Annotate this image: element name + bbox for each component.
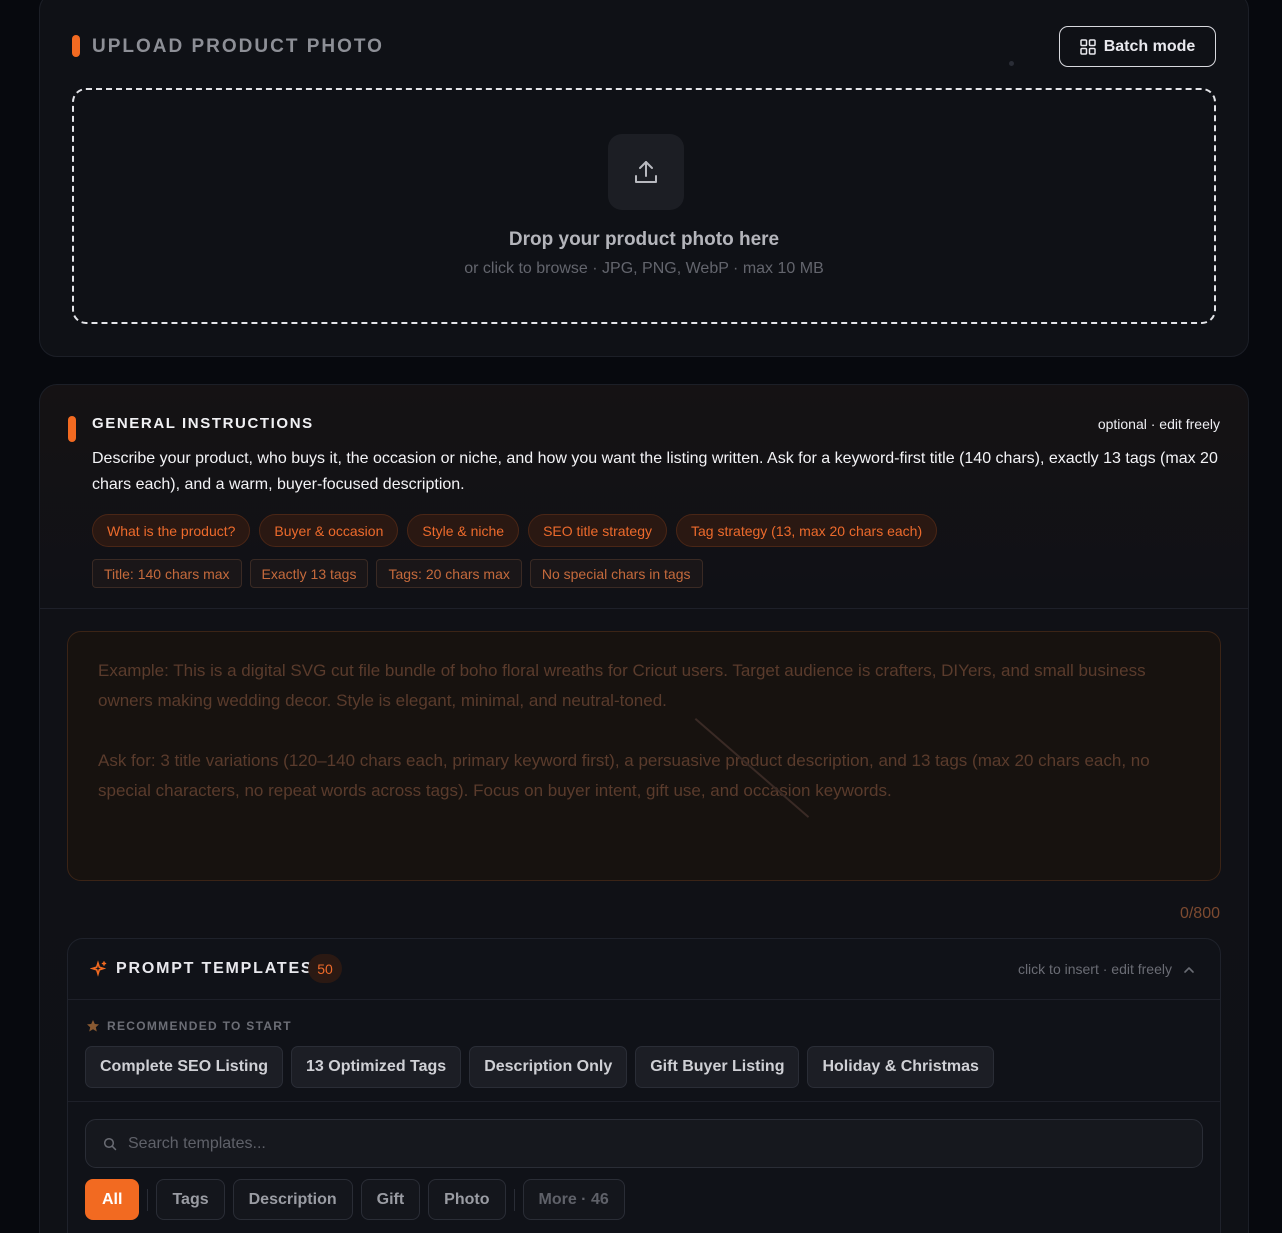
- pill-what-product[interactable]: What is the product?: [92, 514, 251, 547]
- instructions-card: GENERAL INSTRUCTIONS optional · edit fre…: [39, 384, 1249, 1233]
- batch-mode-button[interactable]: Batch mode: [1059, 26, 1216, 67]
- dropzone-title: Drop your product photo here: [508, 229, 780, 250]
- star-icon: [87, 1020, 99, 1032]
- rule-chip-tag-length: Tags: 20 chars max: [376, 559, 522, 588]
- textarea-placeholder-paragraph: Ask for: 3 title variations (120–140 cha…: [98, 751, 1150, 800]
- template-holiday-christmas[interactable]: Holiday & Christmas: [807, 1046, 994, 1088]
- templates-hint: click to insert · edit freely: [1017, 961, 1172, 977]
- template-search-input[interactable]: [128, 1120, 1188, 1167]
- section-accent-bar: [68, 416, 76, 442]
- templates-count-badge: 50: [308, 954, 342, 983]
- templates-title: PROMPT TEMPLATES: [116, 960, 314, 977]
- filter-photo[interactable]: Photo: [428, 1179, 506, 1220]
- recommended-templates: Complete SEO Listing 13 Optimized Tags D…: [85, 1046, 994, 1088]
- upload-icon: [608, 134, 684, 210]
- template-filters: All Tags Description Gift Photo More · 4…: [85, 1179, 625, 1220]
- sparkle-icon: [90, 960, 107, 977]
- character-counter: 0/800: [1179, 905, 1220, 922]
- filter-more[interactable]: More · 46: [522, 1179, 625, 1220]
- batch-mode-label: Batch mode: [1103, 37, 1196, 55]
- template-13-optimized-tags[interactable]: 13 Optimized Tags: [291, 1046, 462, 1088]
- filter-separator: [147, 1188, 149, 1211]
- recommended-label: RECOMMENDED TO START: [107, 1019, 292, 1033]
- recommended-heading: RECOMMENDED TO START: [86, 1019, 292, 1033]
- pill-buyer-occasion[interactable]: Buyer & occasion: [259, 514, 399, 547]
- grid-icon: [1079, 38, 1096, 55]
- dropzone-subtitle: or click to browse · JPG, PNG, WebP · ma…: [464, 260, 824, 277]
- templates-header[interactable]: PROMPT TEMPLATES 50 click to insert · ed…: [68, 939, 1220, 1000]
- guidance-pills: What is the product? Buyer & occasion St…: [92, 514, 938, 547]
- rule-chip-no-special-chars: No special chars in tags: [529, 559, 703, 588]
- template-gift-buyer-listing[interactable]: Gift Buyer Listing: [635, 1046, 800, 1088]
- pill-seo-title-strategy[interactable]: SEO title strategy: [528, 514, 668, 547]
- prompt-templates-panel: PROMPT TEMPLATES 50 click to insert · ed…: [67, 938, 1221, 1233]
- decorative-dot: [1009, 61, 1014, 66]
- textarea-placeholder-paragraph: Example: This is a digital SVG cut file …: [98, 661, 1146, 710]
- section-accent-bar: [72, 35, 80, 57]
- rule-chip-title-length: Title: 140 chars max: [92, 559, 242, 588]
- instructions-section-title: GENERAL INSTRUCTIONS: [92, 415, 314, 432]
- search-icon: [103, 1137, 117, 1151]
- pill-style-niche[interactable]: Style & niche: [407, 514, 520, 547]
- upload-section-title: UPLOAD PRODUCT PHOTO: [92, 36, 384, 57]
- optional-hint: optional · edit freely: [1097, 416, 1220, 432]
- template-search[interactable]: [85, 1119, 1203, 1168]
- pill-tag-strategy[interactable]: Tag strategy (13, max 20 chars each): [676, 514, 938, 547]
- template-complete-seo-listing[interactable]: Complete SEO Listing: [85, 1046, 284, 1088]
- filter-description[interactable]: Description: [232, 1179, 353, 1220]
- instructions-textarea[interactable]: Example: This is a digital SVG cut file …: [67, 631, 1221, 881]
- filter-tags[interactable]: Tags: [156, 1179, 225, 1220]
- photo-dropzone[interactable]: Drop your product photo here or click to…: [72, 88, 1216, 324]
- instructions-description: Describe your product, who buys it, the …: [92, 450, 1218, 493]
- filter-separator: [513, 1188, 515, 1211]
- upload-card: UPLOAD PRODUCT PHOTO Batch mode Drop you…: [39, 0, 1249, 357]
- template-description-only[interactable]: Description Only: [469, 1046, 628, 1088]
- divider: [68, 1101, 1220, 1102]
- divider: [40, 608, 1248, 609]
- rule-chip-tag-count: Exactly 13 tags: [249, 559, 369, 588]
- rule-chips: Title: 140 chars max Exactly 13 tags Tag…: [92, 559, 703, 588]
- filter-gift[interactable]: Gift: [360, 1179, 421, 1220]
- chevron-up-icon[interactable]: [1182, 963, 1196, 977]
- filter-all[interactable]: All: [85, 1179, 140, 1220]
